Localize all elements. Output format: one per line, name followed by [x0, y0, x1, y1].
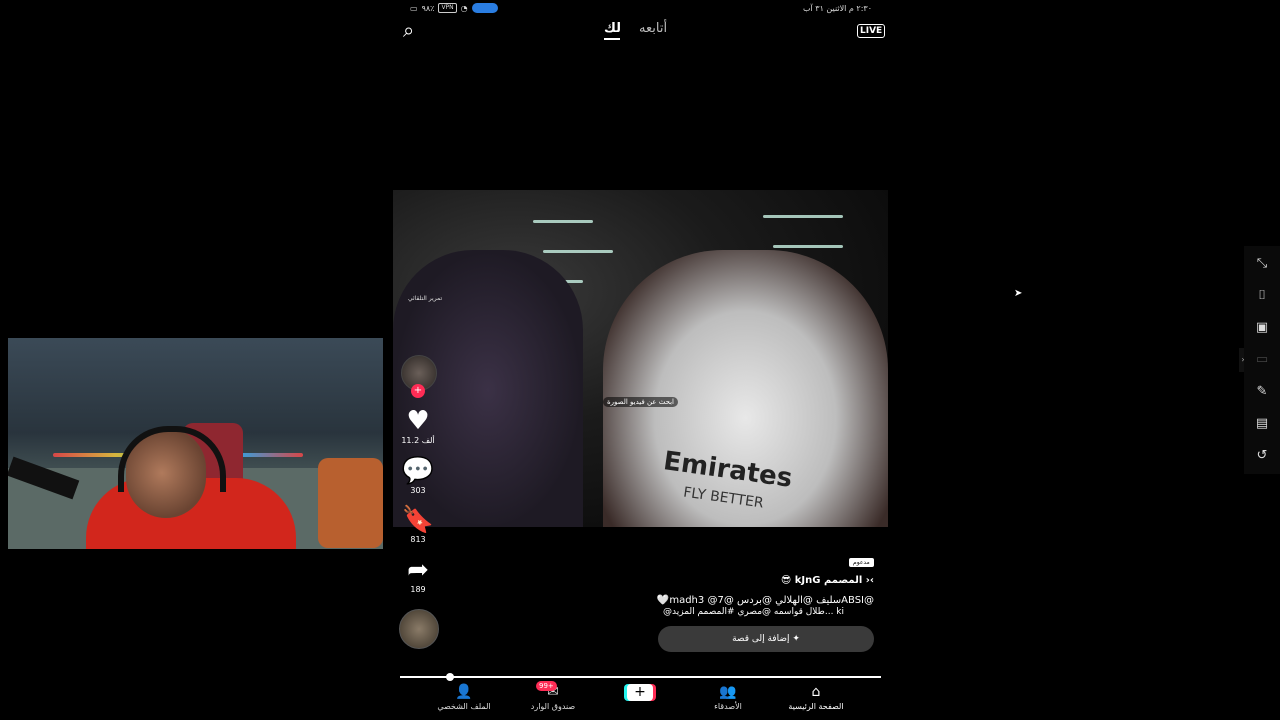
replay-icon[interactable]: ↺ [1244, 448, 1280, 464]
nav-profile[interactable]: 👤 الملف الشخصي [424, 682, 504, 711]
minimize-icon[interactable]: ⤡ [1244, 256, 1280, 272]
caption-line-2[interactable]: @طلال قواسمه @مصري #المصمم المزيد... ki [663, 607, 844, 617]
recorder-toolbar: ⤡ ⌷ ▣ ▭ ✎ ▤ ↺ [1244, 246, 1280, 474]
bookmark-button[interactable]: 🔖 813 [400, 505, 436, 544]
brush-icon[interactable]: ✎ [1244, 384, 1280, 400]
screen-icon[interactable]: ▭ [1244, 352, 1280, 368]
add-to-story-button[interactable]: إضافة إلى قصة ✦ [658, 626, 874, 652]
camera-icon[interactable]: ⌷ [1244, 288, 1280, 304]
search-image-hint[interactable]: ابحث عن فيديو الصورة [603, 397, 678, 407]
tab-following[interactable]: أتابعه [639, 21, 667, 36]
comment-count: 303 [410, 486, 426, 495]
tab-for-you[interactable]: لك [604, 21, 621, 36]
profile-icon: 👤 [455, 684, 473, 700]
video-progress-handle[interactable] [446, 673, 454, 681]
like-count: 11.2 ألف [401, 436, 435, 445]
nav-profile-label: الملف الشخصي [437, 702, 491, 711]
mouse-cursor: ➤ [1014, 288, 1023, 299]
neon-light [773, 245, 843, 248]
bookmark-icon: 🔖 [401, 505, 435, 535]
video-player[interactable]: Emirates FLY BETTER ابحث عن فيديو الصورة [393, 190, 888, 527]
auto-scroll-hint[interactable]: تمرير التلقائي [408, 295, 442, 302]
sponsored-badge: مدعوم [849, 558, 874, 567]
nav-friends[interactable]: 👥 الأصدقاء [688, 682, 768, 711]
screen-record-indicator [471, 3, 498, 13]
status-icons: ▭ ٩٨٪ VPN ◔ [410, 3, 498, 13]
nav-inbox-label: صندوق الوارد [530, 702, 576, 711]
share-button[interactable]: ➦ 189 [400, 555, 436, 594]
video-camera-icon[interactable]: ▣ [1244, 320, 1280, 336]
inbox-badge: 99+ [536, 681, 557, 691]
like-button[interactable]: ♥ 11.2 ألف [400, 406, 436, 445]
battery-percent: ٩٨٪ [421, 3, 435, 13]
vpn-badge: VPN [438, 3, 457, 13]
bookmark-count: 813 [410, 535, 426, 544]
live-icon[interactable]: LIVE [857, 24, 886, 38]
comment-button[interactable]: 💬 303 [400, 456, 436, 495]
neon-light [543, 250, 613, 253]
home-icon: ⌂ [811, 684, 821, 700]
nav-home[interactable]: ⌂ الصفحة الرئيسية [776, 682, 856, 711]
webcam-overlay [8, 338, 383, 549]
battery-icon: ▭ [410, 3, 418, 13]
status-bar: ▭ ٩٨٪ VPN ◔ ٢:٣٠ م الاثنين ٣١ آب [400, 3, 880, 17]
tab-active-indicator [604, 38, 620, 40]
create-button[interactable]: + [627, 684, 653, 701]
author-name[interactable]: 😎 kJnG المصمم ›‹ [781, 575, 874, 586]
webcam-sofa [318, 458, 383, 548]
neon-light [533, 220, 593, 223]
friends-icon: 👥 [719, 684, 737, 700]
folder-icon[interactable]: ▤ [1244, 416, 1280, 432]
neon-light [763, 215, 843, 218]
nav-friends-label: الأصدقاء [714, 702, 742, 711]
search-icon[interactable]: ⌕ [403, 18, 414, 42]
music-disc[interactable] [399, 609, 439, 649]
video-progress-bar[interactable] [400, 676, 881, 678]
comment-icon: 💬 [401, 456, 435, 486]
top-nav: ⌕ أتابعه لك LIVE [393, 18, 888, 44]
wifi-icon: ◔ [460, 3, 468, 13]
follow-button[interactable]: + [411, 384, 425, 398]
heart-icon: ♥ [406, 406, 430, 436]
share-count: 189 [410, 585, 426, 594]
nav-home-label: الصفحة الرئيسية [788, 702, 844, 711]
share-icon: ➦ [407, 555, 429, 585]
caption-line-1: 🤍madhسليف @الهلالي @بردس @7@ 3ABSI@ [656, 595, 874, 606]
status-time-date: ٢:٣٠ م الاثنين ٣١ آب [803, 4, 872, 13]
